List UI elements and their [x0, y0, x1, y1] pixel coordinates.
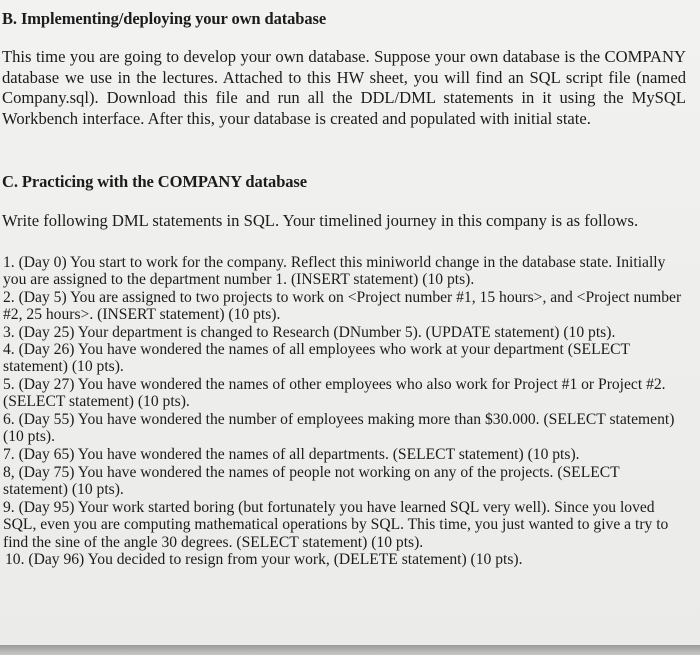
task-item: 4. (Day 26) You have wondered the names … — [3, 341, 630, 376]
task-item: 8, (Day 75) You have wondered the names … — [3, 463, 620, 499]
task-item: 10. (Day 96) You decided to resign from … — [5, 550, 523, 568]
page-bottom-edge — [0, 645, 700, 655]
task-item: 9. (Day 95) Your work started boring (bu… — [3, 498, 669, 551]
section-b-heading: B. Implementing/deploying your own datab… — [2, 9, 327, 28]
task-list: 1. (Day 0) You start to work for the com… — [3, 254, 683, 568]
task-item: 5. (Day 27) You have wondered the names … — [3, 375, 666, 411]
task-item: 7. (Day 65) You have wondered the names … — [3, 446, 580, 464]
section-c-heading: C. Practicing with the COMPANY database — [2, 172, 307, 191]
document-page: B. Implementing/deploying your own datab… — [0, 0, 700, 645]
task-item: 2. (Day 5) You are assigned to two proje… — [3, 288, 682, 324]
task-item: 3. (Day 25) Your department is changed t… — [3, 323, 616, 341]
section-c-instructions: Write following DML statements in SQL. Y… — [2, 211, 639, 230]
task-item: 1. (Day 0) You start to work for the com… — [3, 254, 666, 289]
task-item: 6. (Day 55) You have wondered the number… — [3, 410, 675, 446]
section-b-paragraph: This time you are going to develop your … — [2, 47, 686, 128]
